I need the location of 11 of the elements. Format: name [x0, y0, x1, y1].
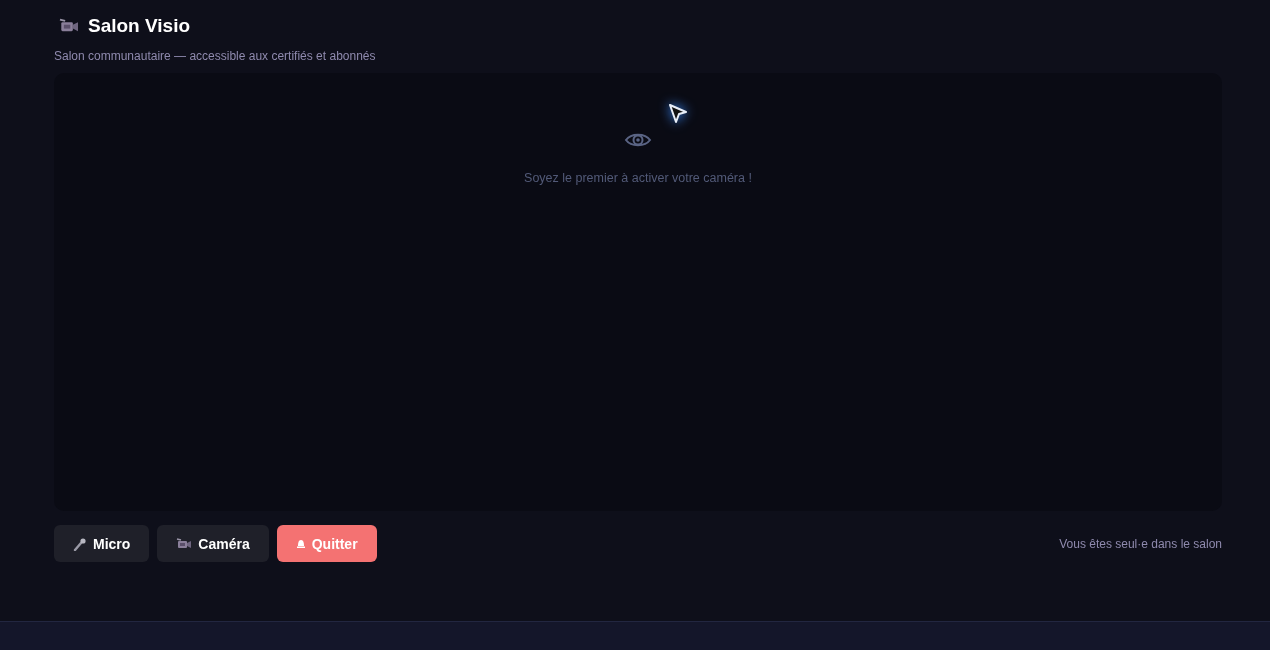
room-title: Salon Visio	[88, 15, 191, 37]
microphone-icon	[73, 536, 87, 551]
bell-icon	[295, 538, 306, 549]
eye-icon	[624, 131, 652, 149]
room-subtitle: Salon communautaire — accessible aux certifiés et abonnés	[54, 49, 377, 63]
room-status: Vous êtes seul·e dans le salon	[1059, 536, 1222, 551]
camera-button[interactable]: Caméra	[157, 525, 269, 562]
micro-button[interactable]: Micro	[54, 525, 150, 562]
cursor-icon	[668, 103, 688, 125]
empty-message: Soyez le premier à activer votre caméra !	[524, 171, 752, 185]
video-camera-icon	[176, 536, 193, 551]
